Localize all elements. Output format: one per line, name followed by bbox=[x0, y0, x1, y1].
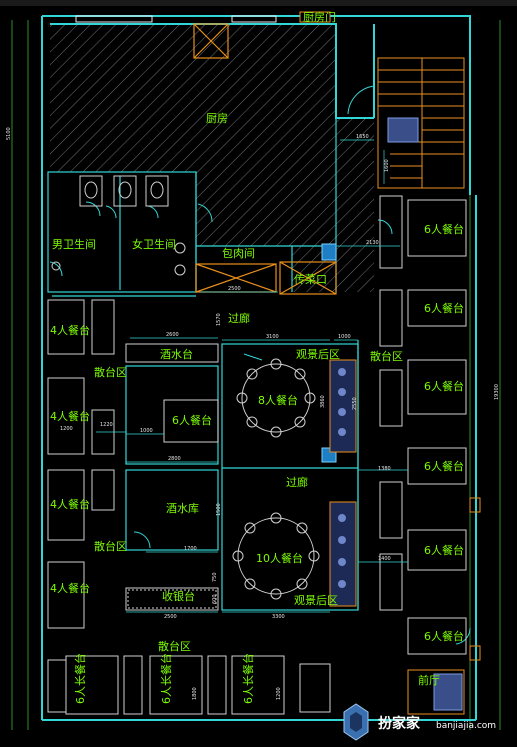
scatter-1-label: 散台区 bbox=[94, 365, 127, 379]
dim-600: 600 bbox=[212, 594, 218, 604]
table-10-label: 10人餐台 bbox=[256, 551, 303, 565]
table-6-r3: 6人餐台 bbox=[424, 379, 464, 393]
dim-19300: 19300 bbox=[494, 384, 500, 400]
table-4-d: 4人餐台 bbox=[50, 581, 90, 595]
dim-1400: 1400 bbox=[378, 556, 391, 562]
female-wc-label: 女卫生间 bbox=[132, 237, 176, 251]
table-4-b: 4人餐台 bbox=[50, 409, 90, 423]
entrance-label: 前厅 bbox=[418, 673, 440, 687]
dim-2800: 2800 bbox=[168, 456, 181, 462]
dim-1220: 1220 bbox=[100, 422, 113, 428]
dim-1380: 1380 bbox=[378, 466, 391, 472]
dim-3860: 3860 bbox=[320, 395, 326, 408]
dim-3100: 3100 bbox=[266, 334, 279, 340]
table-4-a: 4人餐台 bbox=[50, 323, 90, 337]
dim-1000a: 1000 bbox=[338, 334, 351, 340]
dim-2550: 2550 bbox=[352, 397, 358, 410]
cashier-label: 收银台 bbox=[162, 589, 195, 603]
wine-store-label: 酒水库 bbox=[166, 502, 199, 515]
pass-window-label: 传菜口 bbox=[294, 273, 327, 286]
right-tables bbox=[379, 195, 467, 655]
dim-1200: 1200 bbox=[60, 426, 73, 432]
long-table-2: 6人长餐台 bbox=[159, 653, 173, 704]
landscape-planters bbox=[329, 359, 357, 607]
watermark-url: banjiajia.com bbox=[436, 721, 496, 731]
dim-2130: 2130 bbox=[366, 240, 379, 246]
table-6-mid: 6人餐台 bbox=[172, 413, 212, 427]
stair-landing-plant bbox=[387, 117, 419, 143]
scatter-3-label: 散台区 bbox=[370, 349, 403, 363]
table-6-r1: 6人餐台 bbox=[424, 222, 464, 236]
watermark-brand: 扮家家 bbox=[378, 715, 421, 732]
landscape-1-label: 观景后区 bbox=[296, 348, 340, 361]
long-table-1: 6人长餐台 bbox=[73, 653, 87, 704]
toilet-stalls bbox=[51, 175, 186, 276]
top-door-label: 厨房门 bbox=[303, 10, 336, 24]
floor-plan-drawing: 厨房门 厨房 男卫生间 女卫生间 包肉间 传菜口 过廊 过廊 酒水台 观景后区 … bbox=[0, 0, 517, 741]
table-8-label: 8人餐台 bbox=[258, 393, 298, 407]
table-6-r2: 6人餐台 bbox=[424, 301, 464, 315]
table-6-r6: 6人餐台 bbox=[424, 629, 464, 643]
landscape-2-label: 观景后区 bbox=[294, 594, 338, 607]
dim-1600: 1600 bbox=[384, 159, 390, 172]
dim-2500b: 2500 bbox=[164, 614, 177, 620]
meat-room-label: 包肉间 bbox=[222, 247, 255, 260]
drink-bar-label: 酒水台 bbox=[160, 347, 193, 361]
left-tables bbox=[47, 299, 115, 629]
dim-left-total: 5100 bbox=[6, 127, 12, 140]
dim-1800: 1800 bbox=[192, 687, 198, 700]
dim-1700: 1700 bbox=[184, 546, 197, 552]
dim-2600: 2600 bbox=[166, 332, 179, 338]
watermark: 扮家家 banjiajia.com bbox=[343, 703, 496, 741]
corridor-mid-label: 过廊 bbox=[286, 475, 308, 489]
table-6-r5: 6人餐台 bbox=[424, 543, 464, 557]
dim-1000b: 1000 bbox=[140, 428, 153, 434]
top-strip bbox=[0, 0, 517, 6]
long-table-3: 6人长餐台 bbox=[241, 653, 255, 704]
dim-750: 750 bbox=[212, 572, 218, 582]
dim-1570: 1570 bbox=[216, 313, 222, 326]
pass-window-marker bbox=[321, 243, 337, 261]
table-4-c: 4人餐台 bbox=[50, 497, 90, 511]
dim-3300: 3300 bbox=[272, 614, 285, 620]
corridor-top-label: 过廊 bbox=[228, 311, 250, 325]
table-6-r4: 6人餐台 bbox=[424, 459, 464, 473]
dim-1650: 1650 bbox=[356, 134, 369, 140]
male-wc-label: 男卫生间 bbox=[52, 237, 96, 251]
dim-4200: 1200 bbox=[276, 687, 282, 700]
dim-2500a: 2500 bbox=[228, 286, 241, 292]
dim-1500: 1500 bbox=[216, 503, 222, 516]
floor-plan: 厨房门 厨房 男卫生间 女卫生间 包肉间 传菜口 过廊 过廊 酒水台 观景后区 … bbox=[0, 0, 517, 747]
scatter-2-label: 散台区 bbox=[94, 539, 127, 553]
scatter-bottom-label: 散台区 bbox=[158, 639, 191, 653]
bottom-long-tables bbox=[47, 655, 331, 715]
kitchen-label: 厨房 bbox=[206, 112, 228, 125]
